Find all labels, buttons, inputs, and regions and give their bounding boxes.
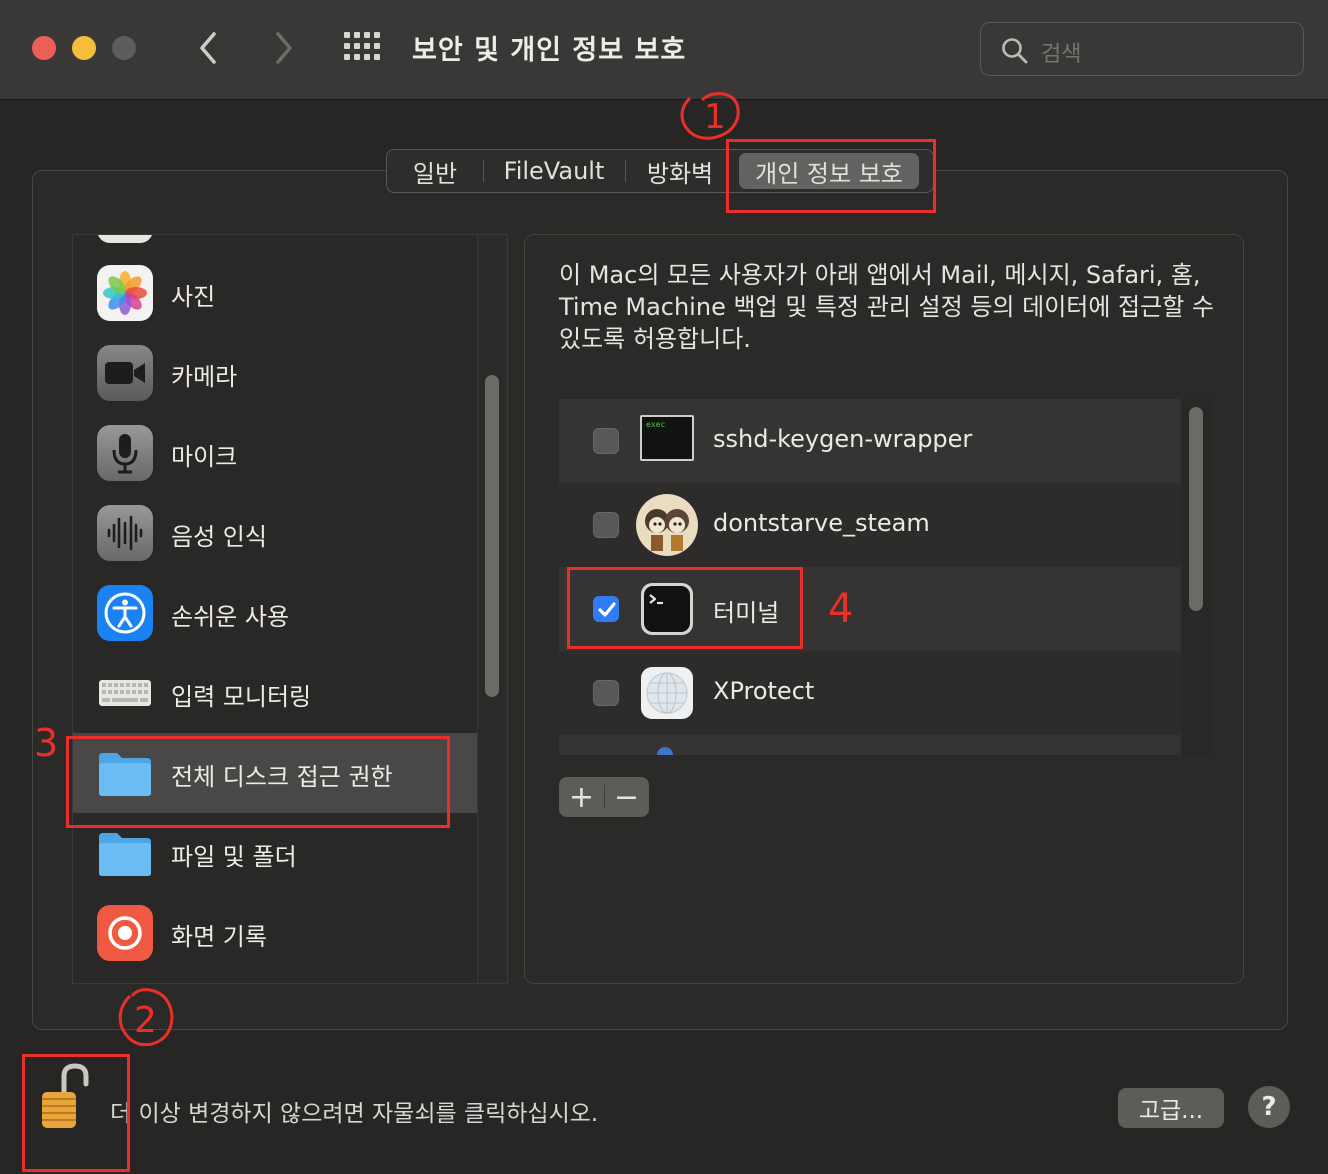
zoom-button[interactable] [112, 36, 136, 60]
sidebar-item-accessibility[interactable]: 손쉬운 사용 [73, 573, 477, 653]
exec-icon: exec [639, 413, 695, 469]
annotation-step-1-label: 1 [704, 97, 726, 137]
tab-general[interactable]: 일반 [387, 150, 483, 192]
annotation-box-terminal [567, 567, 803, 649]
speech-recognition-icon [97, 505, 153, 561]
sidebar-item-screen-recording[interactable]: 화면 기록 [73, 893, 477, 973]
sidebar-item-label: 손쉬운 사용 [171, 603, 290, 631]
sidebar-item-microphone[interactable]: 마이크 [73, 413, 477, 493]
sidebar-item-input-monitoring[interactable]: 입력 모니터링 [73, 653, 477, 733]
remove-app-button[interactable]: − [604, 777, 649, 817]
partial-app-icon [657, 747, 673, 755]
game-icon [635, 493, 699, 557]
permission-description: 이 Mac의 모든 사용자가 아래 앱에서 Mail, 메시지, Safari,… [559, 261, 1215, 353]
search-field[interactable]: 검색 [980, 22, 1304, 76]
microphone-icon [97, 425, 153, 481]
window-title: 보안 및 개인 정보 보호 [412, 35, 687, 66]
sidebar-item-label: 마이크 [171, 443, 238, 471]
sidebar-item-label: 카메라 [171, 363, 238, 391]
sidebar-item-camera[interactable]: 카메라 [73, 333, 477, 413]
search-placeholder: 검색 [1041, 42, 1082, 67]
help-button[interactable]: ? [1248, 1086, 1290, 1128]
lock-message: 더 이상 변경하지 않으려면 자물쇠를 클릭하십시오. [110, 1101, 599, 1127]
app-row-sshd-keygen-wrapper[interactable]: exec sshd-keygen-wrapper [559, 399, 1181, 483]
back-button[interactable] [190, 28, 226, 68]
forward-button[interactable] [266, 28, 302, 68]
app-row-xprotect[interactable]: XProtect [559, 651, 1181, 735]
add-remove-control: + − [559, 777, 649, 817]
app-name: XProtect [713, 677, 815, 705]
xprotect-icon [639, 665, 695, 721]
camera-icon [97, 345, 153, 401]
app-checkbox[interactable] [593, 428, 619, 454]
app-name: sshd-keygen-wrapper [713, 425, 973, 453]
app-checkbox[interactable] [593, 512, 619, 538]
folder-icon [97, 825, 153, 881]
keyboard-icon [97, 665, 153, 721]
search-icon [1002, 38, 1028, 64]
exec-icon-text: exec [646, 420, 665, 429]
advanced-button[interactable]: 고급... [1118, 1088, 1224, 1128]
chevron-right-icon [276, 32, 292, 64]
sidebar-item-label: 파일 및 폴더 [171, 843, 297, 871]
close-button[interactable] [32, 36, 56, 60]
privacy-category-list[interactable]: 사진 카메라 마이크 음성 인식 손쉬운 사용 입력 모니터링 전체 디스크 접… [72, 234, 508, 984]
screen-recording-icon [97, 905, 153, 961]
chevron-left-icon [200, 32, 216, 64]
photos-icon [97, 265, 153, 321]
sidebar-item-label: 입력 모니터링 [171, 683, 312, 711]
sidebar-item-photos[interactable]: 사진 [73, 253, 477, 333]
sidebar-scrollbar-track[interactable] [477, 235, 507, 983]
title-bar: 보안 및 개인 정보 보호 검색 [0, 0, 1328, 100]
sidebar-item-label: 음성 인식 [171, 523, 267, 551]
tab-firewall[interactable]: 방화벽 [625, 150, 735, 192]
sidebar-item-label: 사진 [171, 283, 216, 311]
app-row-dontstarve-steam[interactable]: dontstarve_steam [559, 483, 1181, 567]
sidebar-scrollbar-thumb[interactable] [485, 375, 499, 697]
annotation-box-privacy-tab [726, 139, 936, 213]
minimize-button[interactable] [72, 36, 96, 60]
app-name: dontstarve_steam [713, 509, 930, 537]
annotation-box-lock [22, 1054, 130, 1172]
add-app-button[interactable]: + [559, 777, 604, 817]
annotation-box-full-disk-access [66, 736, 450, 828]
sidebar-item-label: 화면 기록 [171, 923, 267, 951]
tab-filevault[interactable]: FileVault [483, 150, 625, 192]
app-row-partial[interactable] [559, 735, 1181, 755]
app-checkbox[interactable] [593, 680, 619, 706]
show-all-grid-icon[interactable] [344, 32, 382, 62]
app-list-scrollbar-track[interactable] [1181, 399, 1211, 755]
accessibility-icon [97, 585, 153, 641]
app-list-scrollbar-thumb[interactable] [1189, 407, 1203, 611]
partial-item-icon [97, 235, 153, 243]
sidebar-item-speech-recognition[interactable]: 음성 인식 [73, 493, 477, 573]
